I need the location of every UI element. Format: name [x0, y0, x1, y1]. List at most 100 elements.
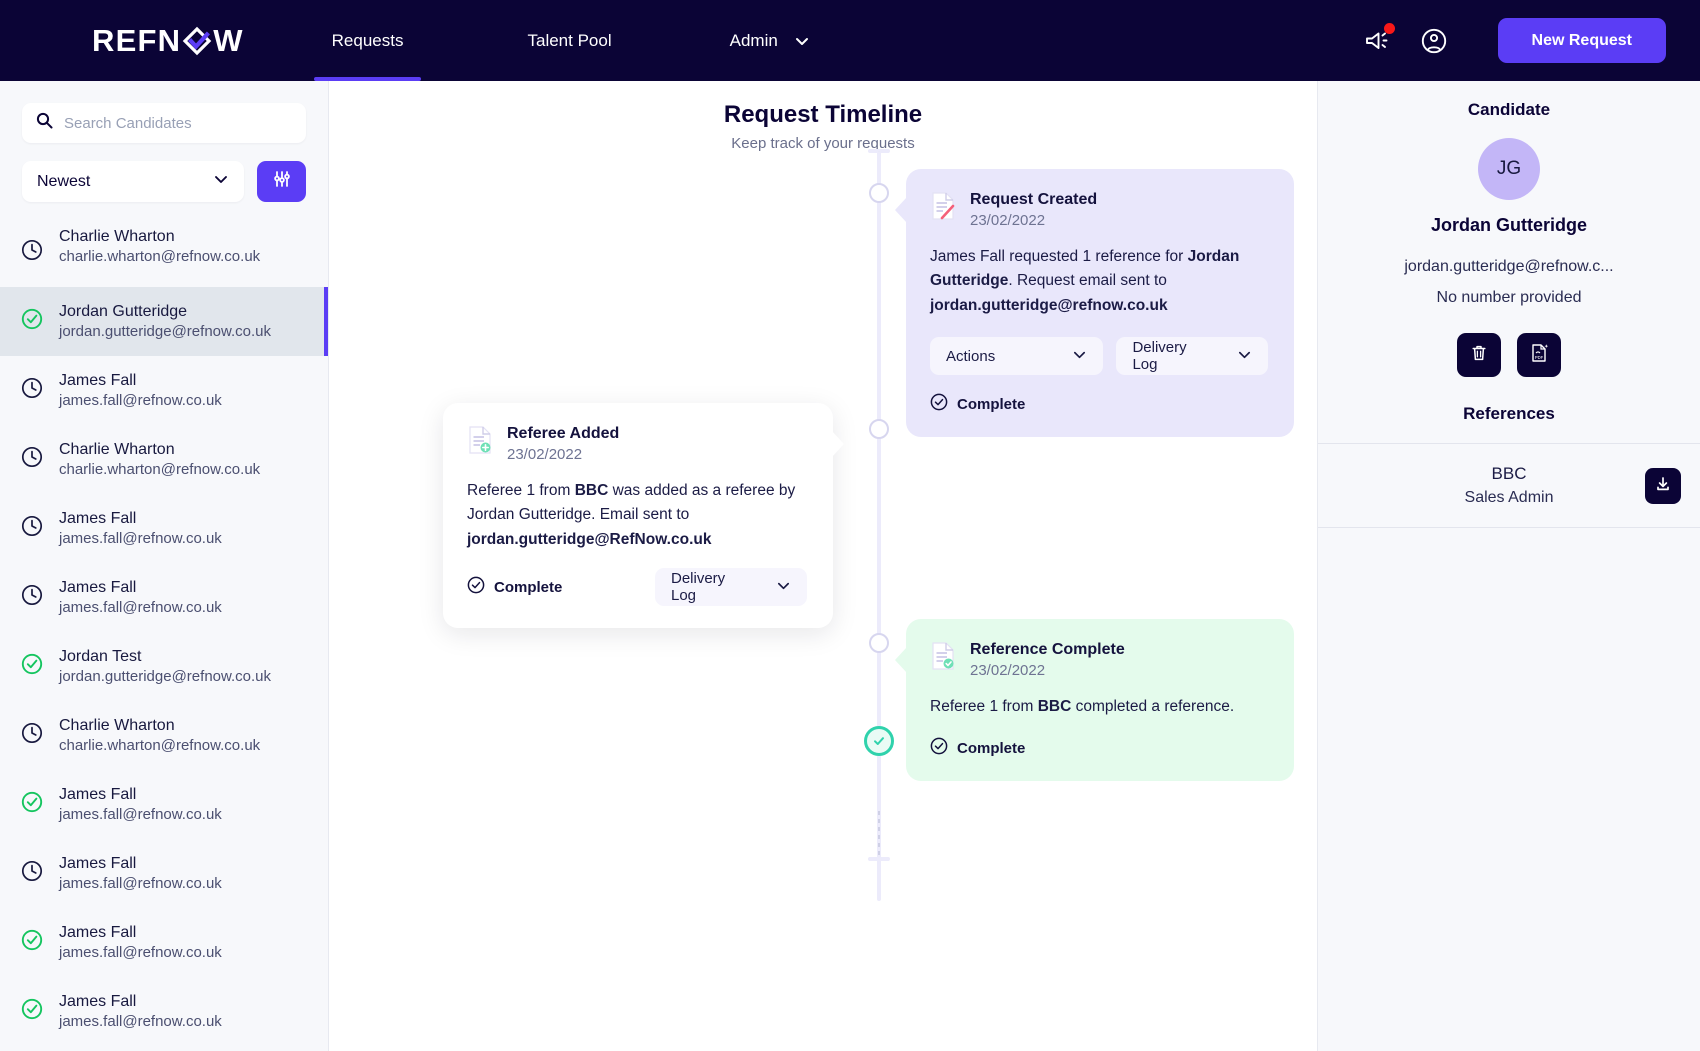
candidate-item-name: James Fall	[59, 510, 222, 528]
candidate-item-name: Charlie Wharton	[59, 228, 260, 246]
candidate-name: Jordan Gutteridge	[1318, 215, 1700, 236]
chevron-down-icon	[1237, 347, 1252, 366]
nav-item-admin[interactable]: Admin	[712, 0, 828, 81]
clock-icon	[20, 445, 44, 474]
nav-item-requests-label: Requests	[332, 31, 404, 51]
clock-icon	[20, 514, 44, 543]
check-circle-icon	[20, 790, 44, 819]
search-box[interactable]	[22, 103, 306, 143]
candidate-texts: Jordan Gutteridgejordan.gutteridge@refno…	[59, 303, 271, 340]
generate-pdf-button[interactable]: PDF	[1517, 333, 1561, 377]
avatar-initials: JG	[1497, 158, 1521, 180]
candidate-item-name: Charlie Wharton	[59, 717, 260, 735]
candidate-list-item[interactable]: Jordan Testjordan.gutteridge@refnow.co.u…	[0, 632, 328, 701]
candidate-item-name: James Fall	[59, 372, 222, 390]
nav-right-actions: New Request	[1364, 18, 1666, 63]
user-circle-icon[interactable]	[1420, 27, 1448, 55]
card-status-label: Complete	[494, 579, 562, 596]
nav-item-talent-pool[interactable]: Talent Pool	[509, 0, 629, 81]
candidate-email: jordan.gutteridge@refnow.c...	[1318, 258, 1700, 276]
timeline-node-3	[869, 633, 889, 653]
nav-item-admin-label: Admin	[730, 31, 778, 51]
candidate-texts: James Falljames.fall@refnow.co.uk	[59, 786, 222, 823]
candidate-texts: Charlie Whartoncharlie.wharton@refnow.co…	[59, 240, 260, 265]
card-body-emphasis: BBC	[575, 482, 609, 499]
trash-icon	[1469, 343, 1489, 368]
document-check-icon	[930, 641, 956, 676]
filter-row: Newest	[0, 143, 328, 202]
filter-button[interactable]	[257, 161, 306, 202]
candidate-item-email: jordan.gutteridge@refnow.co.uk	[59, 668, 271, 685]
candidate-list-item[interactable]: James Falljames.fall@refnow.co.uk	[0, 356, 328, 425]
candidate-list-item[interactable]: James Falljames.fall@refnow.co.uk	[0, 770, 328, 839]
candidate-phone: No number provided	[1318, 289, 1700, 307]
delivery-log-dropdown-label: Delivery Log	[1132, 339, 1215, 373]
check-circle-icon	[20, 652, 44, 681]
card-actions: Actions Delivery Log	[930, 337, 1268, 375]
delivery-log-dropdown-label: Delivery Log	[671, 570, 754, 604]
card-body-fragment: Referee 1 from	[467, 482, 575, 499]
megaphone-icon[interactable]	[1364, 28, 1392, 54]
download-icon	[1654, 475, 1672, 498]
candidate-texts: James Falljames.fall@refnow.co.uk	[59, 579, 222, 616]
pdf-document-icon: PDF	[1529, 342, 1549, 369]
card-date: 23/02/2022	[507, 446, 619, 463]
delete-candidate-button[interactable]	[1457, 333, 1501, 377]
card-title: Reference Complete	[970, 641, 1125, 659]
candidate-list-item[interactable]: James Falljames.fall@refnow.co.uk	[0, 563, 328, 632]
nav-item-requests[interactable]: Requests	[314, 0, 422, 81]
timeline-node-1	[869, 183, 889, 203]
check-circle-icon	[20, 307, 44, 336]
candidate-list-item[interactable]: Jordan Gutteridgejordan.gutteridge@refno…	[0, 287, 328, 356]
download-reference-button[interactable]	[1645, 468, 1681, 504]
timeline-node-end	[864, 726, 894, 756]
document-add-icon	[467, 425, 493, 460]
candidate-item-email: charlie.wharton@refnow.co.uk	[59, 248, 260, 265]
actions-dropdown[interactable]: Actions	[930, 337, 1103, 375]
body-region: Newest	[0, 81, 1700, 1051]
candidate-texts: James Falljames.fall@refnow.co.uk	[59, 372, 222, 409]
card-status-label: Complete	[957, 740, 1025, 757]
candidate-list-item[interactable]: James Falljames.fall@refnow.co.uk	[0, 839, 328, 908]
reference-role: Sales Admin	[1340, 489, 1678, 507]
card-body-fragment: completed a reference.	[1071, 698, 1234, 715]
candidate-texts: James Falljames.fall@refnow.co.uk	[59, 993, 222, 1030]
candidate-list[interactable]: Charlie Wharton charlie.wharton@refnow.co…	[0, 218, 328, 1051]
candidate-list-item[interactable]: Charlie Whartoncharlie.wharton@refnow.co…	[0, 425, 328, 494]
app-root: REFN W Requests Talent Pool Admin	[0, 0, 1700, 1051]
candidate-list-item[interactable]: Charlie Whartoncharlie.wharton@refnow.co…	[0, 701, 328, 770]
candidates-sidebar: Newest	[0, 81, 329, 1051]
brand-logo[interactable]: REFN W	[92, 23, 244, 59]
card-body-emphasis: jordan.gutteridge@RefNow.co.uk	[467, 531, 711, 548]
timeline-card-referee-added: Referee Added 23/02/2022 Referee 1 from …	[443, 403, 833, 628]
clock-icon	[20, 376, 44, 405]
delivery-log-dropdown[interactable]: Delivery Log	[655, 568, 807, 606]
card-body-fragment: . Request email sent to	[1008, 272, 1167, 289]
card-body-emphasis: BBC	[1038, 698, 1072, 715]
candidate-detail-panel: Candidate JG Jordan Gutteridge jordan.gu…	[1317, 81, 1700, 1051]
timeline-node-2	[869, 419, 889, 439]
clock-icon	[20, 583, 44, 612]
card-header: Referee Added 23/02/2022	[467, 425, 807, 463]
check-circle-icon	[20, 997, 44, 1026]
search-wrapper	[0, 81, 328, 143]
check-circle-icon	[467, 576, 485, 598]
search-icon	[36, 112, 53, 134]
candidate-item-email: jordan.gutteridge@refnow.co.uk	[59, 323, 271, 340]
new-request-button[interactable]: New Request	[1498, 18, 1666, 63]
card-body-text: Referee 1 from BBC was added as a refere…	[467, 479, 807, 552]
reference-company: BBC	[1340, 464, 1678, 484]
chevron-down-icon	[794, 33, 810, 49]
sort-select[interactable]: Newest	[22, 161, 244, 202]
diamond-check-logo-icon	[182, 26, 212, 61]
candidate-texts: Charlie Whartoncharlie.wharton@refnow.co…	[59, 717, 260, 754]
candidate-list-item[interactable]: James Falljames.fall@refnow.co.uk	[0, 977, 328, 1046]
candidate-list-item[interactable]: James Fall james.fall@refnow.co.uk	[0, 494, 328, 563]
search-input[interactable]	[64, 115, 292, 132]
references-section-title: References	[1318, 404, 1700, 443]
candidate-list-item[interactable]: Charlie Wharton charlie.wharton@refnow.co…	[0, 218, 328, 287]
nav-item-talent-pool-label: Talent Pool	[527, 31, 611, 51]
candidate-list-item[interactable]: James Falljames.fall@refnow.co.uk	[0, 908, 328, 977]
delivery-log-dropdown[interactable]: Delivery Log	[1116, 337, 1268, 375]
candidate-item-email: james.fall@refnow.co.uk	[59, 530, 222, 547]
